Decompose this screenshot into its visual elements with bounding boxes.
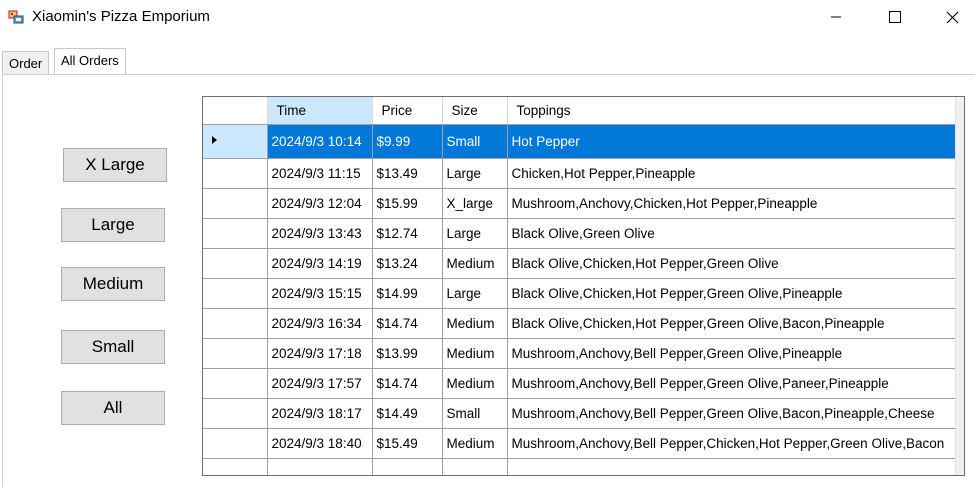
table-row[interactable]: 2024/9/3 18:17 $14.49 Small Mushroom,Anc… bbox=[203, 398, 957, 429]
current-row-arrow-icon bbox=[212, 135, 217, 144]
cell-price[interactable]: $12.74 bbox=[372, 218, 443, 249]
table-row[interactable]: 2024/9/3 11:15 $13.49 Large Chicken,Hot … bbox=[203, 158, 957, 189]
table-row[interactable]: 2024/9/3 13:43 $12.74 Large Black Olive,… bbox=[203, 218, 957, 249]
filter-medium-button[interactable]: Medium bbox=[61, 267, 165, 301]
cell-toppings[interactable]: Mushroom,Anchovy,Bell Pepper,Chicken,Hot… bbox=[507, 428, 957, 459]
table-row[interactable]: 2024/9/3 16:34 $14.74 Medium Black Olive… bbox=[203, 308, 957, 339]
table-row[interactable]: 2024/9/3 12:04 $15.99 X_large Mushroom,A… bbox=[203, 188, 957, 219]
maximize-button[interactable] bbox=[872, 0, 918, 34]
cell-price[interactable]: $14.74 bbox=[372, 368, 443, 399]
cell-size[interactable]: Large bbox=[442, 278, 508, 309]
app-icon bbox=[8, 9, 24, 25]
cell-toppings[interactable]: Mushroom,Anchovy,Bell Pepper,Green Olive… bbox=[507, 368, 957, 399]
tab-order[interactable]: Order bbox=[2, 51, 50, 75]
cell-price[interactable]: $14.74 bbox=[372, 308, 443, 339]
cell-time[interactable]: 2024/9/3 16:34 bbox=[267, 308, 373, 339]
column-header-size[interactable]: Size bbox=[442, 97, 508, 125]
cell-toppings[interactable]: Black Olive,Chicken,Hot Pepper,Green Oli… bbox=[507, 308, 957, 339]
cell-toppings[interactable]: Mushroom,Anchovy,Bell Pepper,Green Olive… bbox=[507, 338, 957, 369]
cell-price[interactable]: $13.49 bbox=[372, 158, 443, 189]
cell-time[interactable]: 2024/9/3 14:19 bbox=[267, 248, 373, 279]
cell-size[interactable]: X_large bbox=[442, 188, 508, 219]
cell-price[interactable]: $15.49 bbox=[372, 428, 443, 459]
row-header[interactable] bbox=[203, 368, 268, 399]
cell-time[interactable]: 2024/9/3 12:04 bbox=[267, 188, 373, 219]
new-cell-price[interactable] bbox=[372, 458, 443, 475]
column-header-toppings[interactable]: Toppings bbox=[507, 97, 957, 125]
row-header[interactable] bbox=[203, 158, 268, 189]
app-window: Xiaomin's Pizza Emporium Order All Order… bbox=[0, 0, 975, 487]
tab-all-orders[interactable]: All Orders bbox=[54, 48, 126, 75]
minimize-icon bbox=[831, 16, 841, 18]
cell-size[interactable]: Large bbox=[442, 218, 508, 249]
cell-size[interactable]: Small bbox=[442, 398, 508, 429]
tab-strip: Order All Orders bbox=[0, 48, 975, 76]
new-cell-size[interactable] bbox=[442, 458, 508, 475]
minimize-button[interactable] bbox=[813, 0, 859, 34]
cell-time[interactable]: 2024/9/3 11:15 bbox=[267, 158, 373, 189]
new-cell-toppings[interactable] bbox=[507, 458, 957, 475]
cell-time[interactable]: 2024/9/3 13:43 bbox=[267, 218, 373, 249]
close-button[interactable] bbox=[929, 0, 975, 34]
table-row[interactable]: 2024/9/3 10:14 $9.99 Small Hot Pepper bbox=[203, 124, 957, 159]
new-row-marker[interactable]: * bbox=[203, 458, 268, 475]
cell-time[interactable]: 2024/9/3 17:18 bbox=[267, 338, 373, 369]
row-header[interactable] bbox=[203, 278, 268, 309]
new-row[interactable]: * bbox=[203, 458, 957, 475]
close-icon bbox=[946, 11, 958, 23]
cell-time[interactable]: 2024/9/3 18:17 bbox=[267, 398, 373, 429]
row-header[interactable] bbox=[203, 188, 268, 219]
cell-price[interactable]: $9.99 bbox=[372, 124, 443, 159]
cell-toppings[interactable]: Black Olive,Chicken,Hot Pepper,Green Oli… bbox=[507, 248, 957, 279]
filter-x-large-button[interactable]: X Large bbox=[63, 148, 167, 182]
cell-time[interactable]: 2024/9/3 10:14 bbox=[267, 124, 373, 159]
row-header[interactable] bbox=[203, 218, 268, 249]
filter-all-button[interactable]: All bbox=[61, 391, 165, 425]
cell-toppings[interactable]: Chicken,Hot Pepper,Pineapple bbox=[507, 158, 957, 189]
cell-toppings[interactable]: Black Olive,Chicken,Hot Pepper,Green Oli… bbox=[507, 278, 957, 309]
table-row[interactable]: 2024/9/3 17:18 $13.99 Medium Mushroom,An… bbox=[203, 338, 957, 369]
row-header[interactable] bbox=[203, 248, 268, 279]
cell-toppings[interactable]: Black Olive,Green Olive bbox=[507, 218, 957, 249]
cell-price[interactable]: $13.24 bbox=[372, 248, 443, 279]
cell-price[interactable]: $14.49 bbox=[372, 398, 443, 429]
table-row[interactable]: 2024/9/3 14:19 $13.24 Medium Black Olive… bbox=[203, 248, 957, 279]
cell-toppings[interactable]: Mushroom,Anchovy,Bell Pepper,Green Olive… bbox=[507, 398, 957, 429]
cell-price[interactable]: $13.99 bbox=[372, 338, 443, 369]
row-header[interactable] bbox=[203, 124, 268, 159]
cell-size[interactable]: Medium bbox=[442, 248, 508, 279]
cell-time[interactable]: 2024/9/3 15:15 bbox=[267, 278, 373, 309]
row-header[interactable] bbox=[203, 428, 268, 459]
cell-size[interactable]: Medium bbox=[442, 428, 508, 459]
orders-grid[interactable]: Time Price Size Toppings 2024/9/3 10:14 … bbox=[202, 96, 965, 476]
cell-toppings[interactable]: Mushroom,Anchovy,Chicken,Hot Pepper,Pine… bbox=[507, 188, 957, 219]
column-header-time[interactable]: Time bbox=[267, 97, 373, 125]
cell-price[interactable]: $14.99 bbox=[372, 278, 443, 309]
filter-small-button[interactable]: Small bbox=[61, 330, 165, 364]
title-bar: Xiaomin's Pizza Emporium bbox=[0, 0, 975, 34]
table-row[interactable]: 2024/9/3 18:40 $15.49 Medium Mushroom,An… bbox=[203, 428, 957, 459]
column-header-price[interactable]: Price bbox=[372, 97, 443, 125]
cell-size[interactable]: Large bbox=[442, 158, 508, 189]
row-header[interactable] bbox=[203, 398, 268, 429]
cell-toppings[interactable]: Hot Pepper bbox=[507, 124, 957, 159]
table-row[interactable]: 2024/9/3 15:15 $14.99 Large Black Olive,… bbox=[203, 278, 957, 309]
new-cell-time[interactable] bbox=[267, 458, 373, 475]
row-header[interactable] bbox=[203, 338, 268, 369]
cell-size[interactable]: Medium bbox=[442, 368, 508, 399]
cell-size[interactable]: Medium bbox=[442, 338, 508, 369]
cell-time[interactable]: 2024/9/3 17:57 bbox=[267, 368, 373, 399]
maximize-icon bbox=[889, 11, 901, 23]
window-title: Xiaomin's Pizza Emporium bbox=[32, 8, 210, 25]
cell-time[interactable]: 2024/9/3 18:40 bbox=[267, 428, 373, 459]
table-row[interactable]: 2024/9/3 17:57 $14.74 Medium Mushroom,An… bbox=[203, 368, 957, 399]
cell-price[interactable]: $15.99 bbox=[372, 188, 443, 219]
row-header-corner bbox=[203, 97, 268, 125]
filter-large-button[interactable]: Large bbox=[61, 208, 165, 242]
row-header[interactable] bbox=[203, 308, 268, 339]
grid-scrollbar[interactable] bbox=[955, 97, 964, 475]
cell-size[interactable]: Small bbox=[442, 124, 508, 159]
cell-size[interactable]: Medium bbox=[442, 308, 508, 339]
grid-header-row: Time Price Size Toppings bbox=[203, 97, 957, 125]
